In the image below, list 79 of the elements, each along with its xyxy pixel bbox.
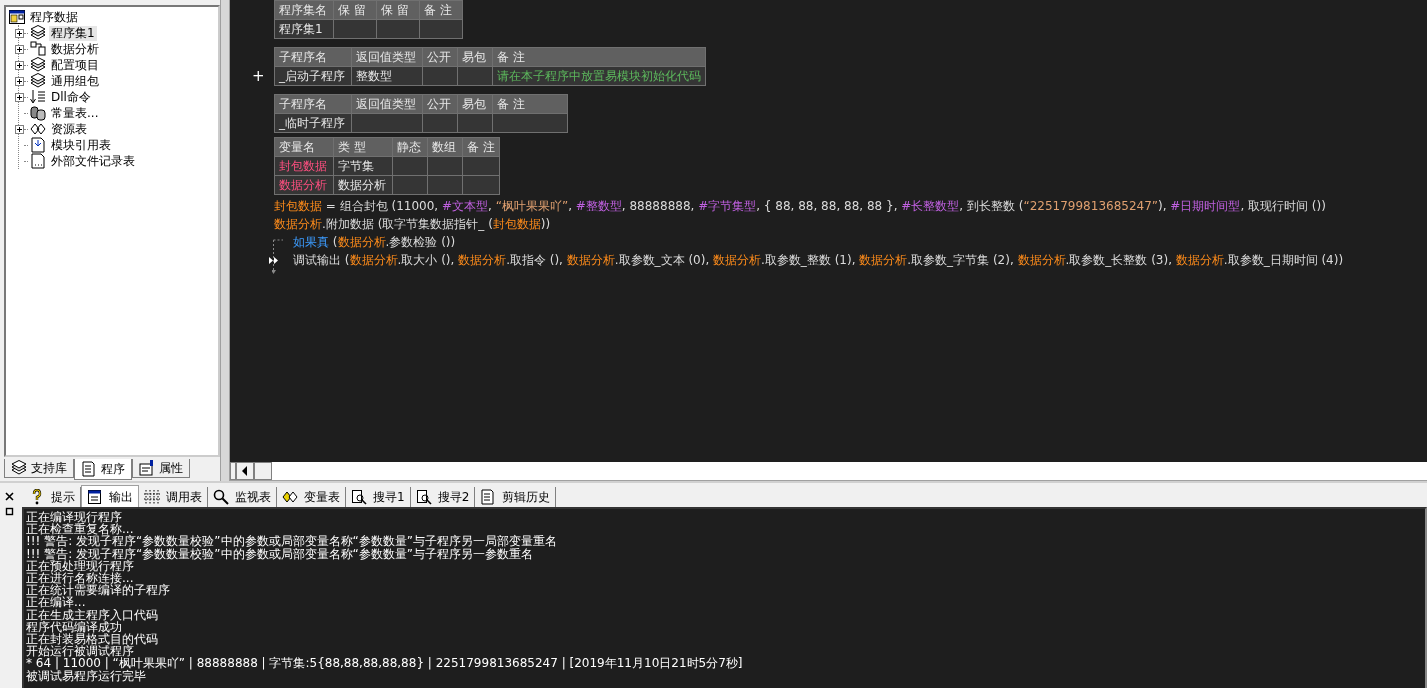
- program-icon: [9, 9, 25, 25]
- stack-icon: [30, 25, 46, 41]
- scroll-thumb[interactable]: [254, 462, 272, 480]
- stack-icon: [11, 460, 27, 476]
- column-header: 备 注: [419, 0, 463, 20]
- column-header: 子程序名: [274, 94, 352, 114]
- form-icon: [139, 460, 155, 476]
- output-line: !!! 警告: 发现子程序“参数数量校验”中的参数或局部变量名称“参数数量”与子程序另一参数重名: [26, 547, 534, 560]
- column-header: 类 型: [333, 137, 393, 157]
- column-header: 变量名: [274, 137, 334, 157]
- output-line: 被调试易程序运行完毕: [26, 669, 146, 682]
- document-icon: [480, 489, 497, 505]
- column-header: 易包: [457, 47, 493, 67]
- output-line: 正在进行名称连接...: [26, 572, 134, 585]
- tree-item[interactable]: 程序数据: [28, 9, 80, 25]
- output-line: 正在生成主程序入口代码: [26, 608, 159, 621]
- tree-item[interactable]: 程序集1: [49, 25, 97, 41]
- column-header: 数组: [427, 137, 463, 157]
- scroll-left-button[interactable]: [236, 462, 254, 480]
- code-line: 封包数据 = 组合封包 (11000, #文本型, “枫叶果果吖”, #整数型, 88888888, #字节集型, { 88, 88, 88, 88, 88 }, #长整数型, 到长整数 (“2251799813685247”), #日期时间型, 取现行时间 ()): [274, 197, 1326, 215]
- output-line: 正在编译...: [26, 596, 86, 609]
- code-line: 如果真 (数据分析.参数检验 ()): [293, 233, 456, 251]
- document-icon: [30, 153, 46, 169]
- column-header: 静态: [392, 137, 428, 157]
- tree-item[interactable]: 通用组包: [49, 73, 101, 89]
- column-header: 返回值类型: [351, 47, 423, 67]
- diamonds-icon: [30, 121, 46, 137]
- column-header: 备 注: [492, 94, 568, 114]
- column-header: 返回值类型: [351, 94, 423, 114]
- left-arrow-icon: [241, 466, 249, 476]
- close-icon[interactable]: [4, 491, 15, 502]
- column-header: 子程序名: [274, 47, 352, 67]
- output-tab[interactable]: 输出: [81, 485, 139, 508]
- tree-item[interactable]: 配置项目: [49, 57, 101, 73]
- column-header: 保 留: [376, 0, 420, 20]
- find-icon: [351, 489, 367, 505]
- tree-item[interactable]: 外部文件记录表: [49, 153, 137, 169]
- column-header: 保 留: [333, 0, 377, 20]
- panel-tab[interactable]: 支持库: [4, 459, 74, 478]
- restore-icon[interactable]: [4, 506, 15, 517]
- column-header: 公开: [422, 47, 458, 67]
- diamonds-icon: [282, 489, 298, 505]
- panel-tab[interactable]: 属性: [132, 459, 190, 478]
- column-header: 备 注: [492, 47, 706, 67]
- window-icon: [87, 489, 103, 505]
- output-line: 正在封装易格式目的代码: [26, 633, 159, 646]
- column-header: 易包: [457, 94, 493, 114]
- output-line: 正在预处理现行程序: [26, 559, 134, 572]
- expand-marker[interactable]: +: [252, 68, 265, 84]
- stack-icon: [30, 57, 46, 73]
- tree-item[interactable]: 数据分析: [49, 41, 101, 57]
- flow-line-icon: [272, 236, 284, 276]
- code-line: 数据分析.附加数据 (取字节集数据指针_ (封包数据)): [274, 215, 551, 233]
- panel-tab[interactable]: 程序: [74, 459, 132, 480]
- search-icon: [213, 489, 229, 505]
- document-icon: [81, 461, 97, 477]
- output-line: 正在编译现行程序: [26, 511, 123, 524]
- tree-item[interactable]: Dll命令: [49, 89, 93, 105]
- blocks-icon: [30, 41, 46, 57]
- grid-icon: [144, 489, 160, 505]
- output-line: * 64 | 11000 | “枫叶果果吖” | 88888888 | 字节集:5{88,88,88,88,88} | 2251799813685247 | [2019年11月10日21时5分7秒]: [26, 657, 744, 670]
- code-line: 调试输出 (数据分析.取大小 (), 数据分析.取指令 (), 数据分析.取参数_文本 (0), 数据分析.取参数_整数 (1), 数据分析.取参数_字节集 (2), 数据分析.取参数_长整数 (3), 数据分析.取参数_日期时间 (4)): [293, 251, 1344, 269]
- output-line: 正在检查重复名称...: [26, 523, 134, 536]
- tree-item[interactable]: 模块引用表: [49, 137, 113, 153]
- document-icon: [30, 137, 46, 153]
- output-line: 正在统计需要编译的子程序: [26, 584, 171, 597]
- output-line: !!! 警告: 发现子程序“参数数量校验”中的参数或局部变量名称“参数数量”与子程序另一局部变量重名: [26, 535, 558, 548]
- list-icon: [30, 89, 46, 105]
- column-header: 公开: [422, 94, 458, 114]
- stack-icon: [30, 73, 46, 89]
- tree-item[interactable]: 常量表...: [49, 105, 101, 121]
- cylinders-icon: [30, 105, 46, 121]
- output-line: 开始运行被调试程序: [26, 645, 134, 658]
- find-icon: [415, 489, 432, 505]
- column-header: 程序集名: [274, 0, 334, 20]
- output-line: 程序代码编译成功: [26, 620, 122, 634]
- column-header: 备 注: [462, 137, 500, 157]
- splitter-bar[interactable]: [220, 0, 230, 481]
- tree-item[interactable]: 资源表: [49, 121, 89, 137]
